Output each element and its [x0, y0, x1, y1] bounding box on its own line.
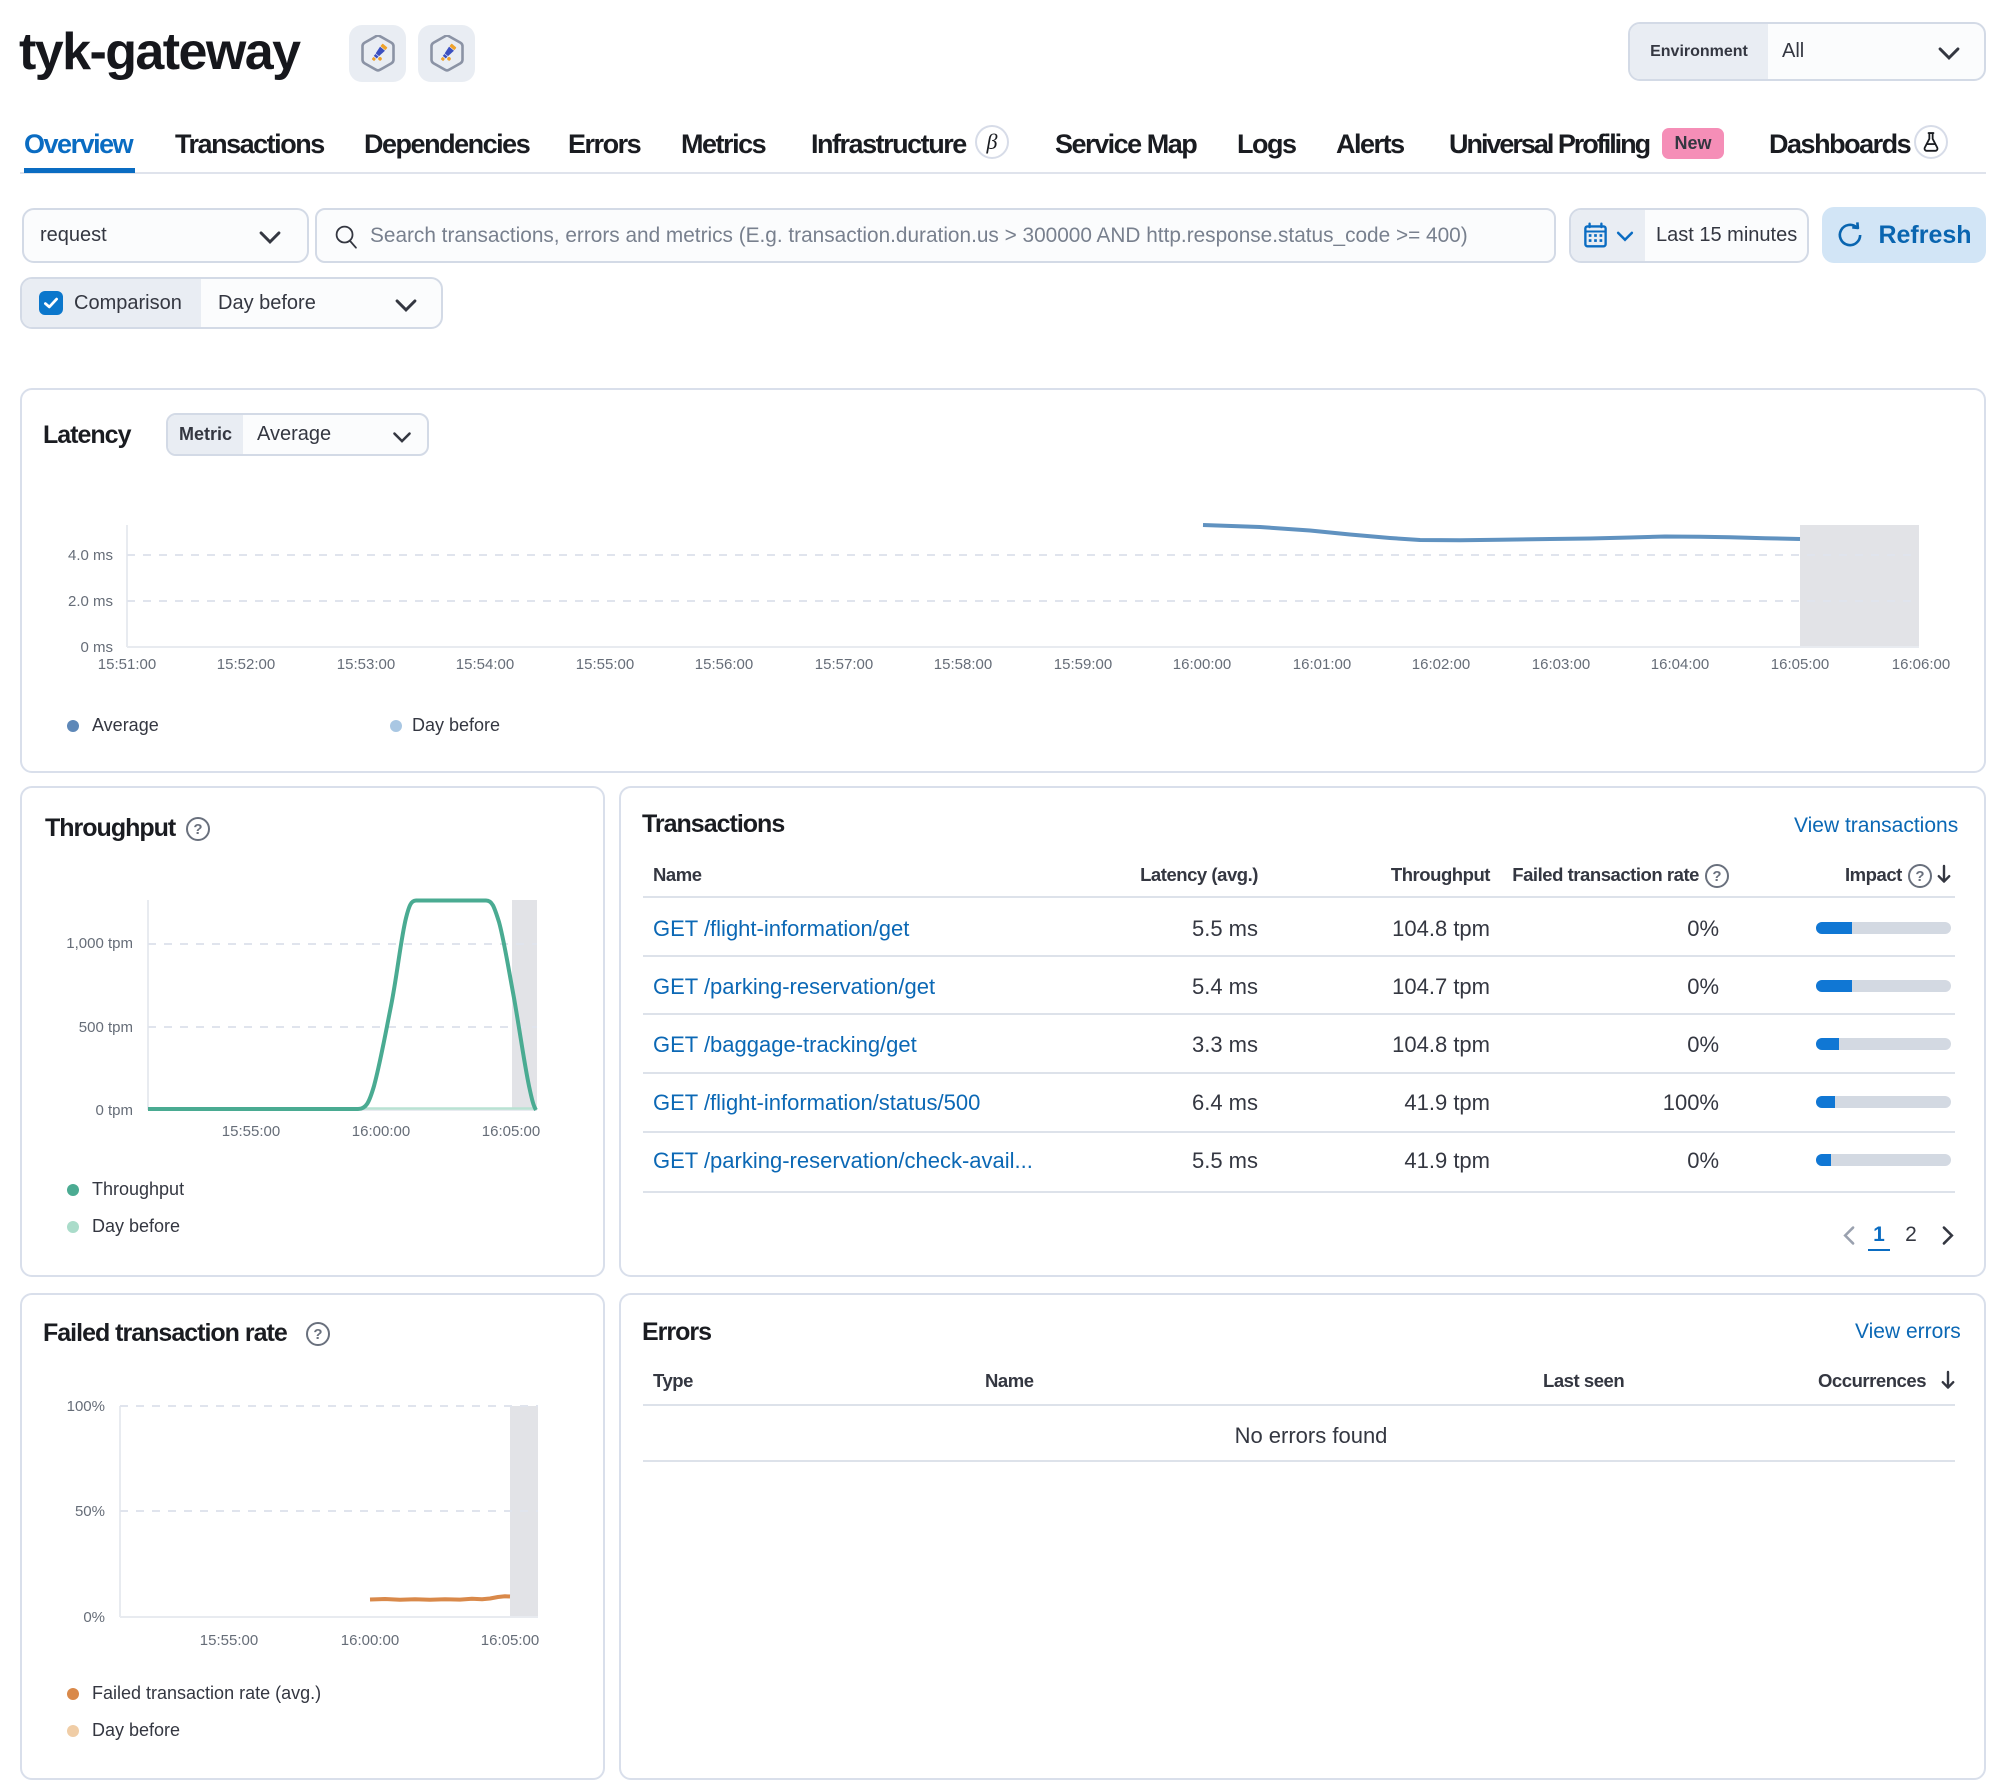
svg-text:16:00:00: 16:00:00 [341, 1632, 399, 1649]
svg-text:15:55:00: 15:55:00 [222, 1123, 280, 1140]
svg-text:15:59:00: 15:59:00 [1054, 656, 1112, 673]
svg-text:100%: 100% [67, 1398, 105, 1415]
svg-text:16:05:00: 16:05:00 [1771, 656, 1829, 673]
svg-text:1,000 tpm: 1,000 tpm [66, 935, 133, 952]
svg-text:0 ms: 0 ms [80, 639, 113, 656]
svg-text:15:53:00: 15:53:00 [337, 656, 395, 673]
svg-text:15:55:00: 15:55:00 [200, 1632, 258, 1649]
svg-text:16:05:00: 16:05:00 [482, 1123, 540, 1140]
svg-text:16:01:00: 16:01:00 [1293, 656, 1351, 673]
svg-text:16:02:00: 16:02:00 [1412, 656, 1470, 673]
svg-text:16:06:00: 16:06:00 [1892, 656, 1950, 673]
svg-text:0 tpm: 0 tpm [95, 1102, 133, 1119]
svg-text:15:54:00: 15:54:00 [456, 656, 514, 673]
svg-text:16:05:00: 16:05:00 [481, 1632, 539, 1649]
svg-text:15:51:00: 15:51:00 [98, 656, 156, 673]
svg-text:16:00:00: 16:00:00 [352, 1123, 410, 1140]
svg-text:15:55:00: 15:55:00 [576, 656, 634, 673]
svg-text:500 tpm: 500 tpm [79, 1019, 133, 1036]
svg-text:15:57:00: 15:57:00 [815, 656, 873, 673]
svg-text:0%: 0% [83, 1609, 105, 1626]
svg-text:50%: 50% [75, 1503, 105, 1520]
svg-text:16:00:00: 16:00:00 [1173, 656, 1231, 673]
svg-text:15:56:00: 15:56:00 [695, 656, 753, 673]
svg-text:16:04:00: 16:04:00 [1651, 656, 1709, 673]
svg-text:15:58:00: 15:58:00 [934, 656, 992, 673]
svg-text:15:52:00: 15:52:00 [217, 656, 275, 673]
svg-text:16:03:00: 16:03:00 [1532, 656, 1590, 673]
svg-text:4.0 ms: 4.0 ms [68, 547, 113, 564]
svg-text:2.0 ms: 2.0 ms [68, 593, 113, 610]
